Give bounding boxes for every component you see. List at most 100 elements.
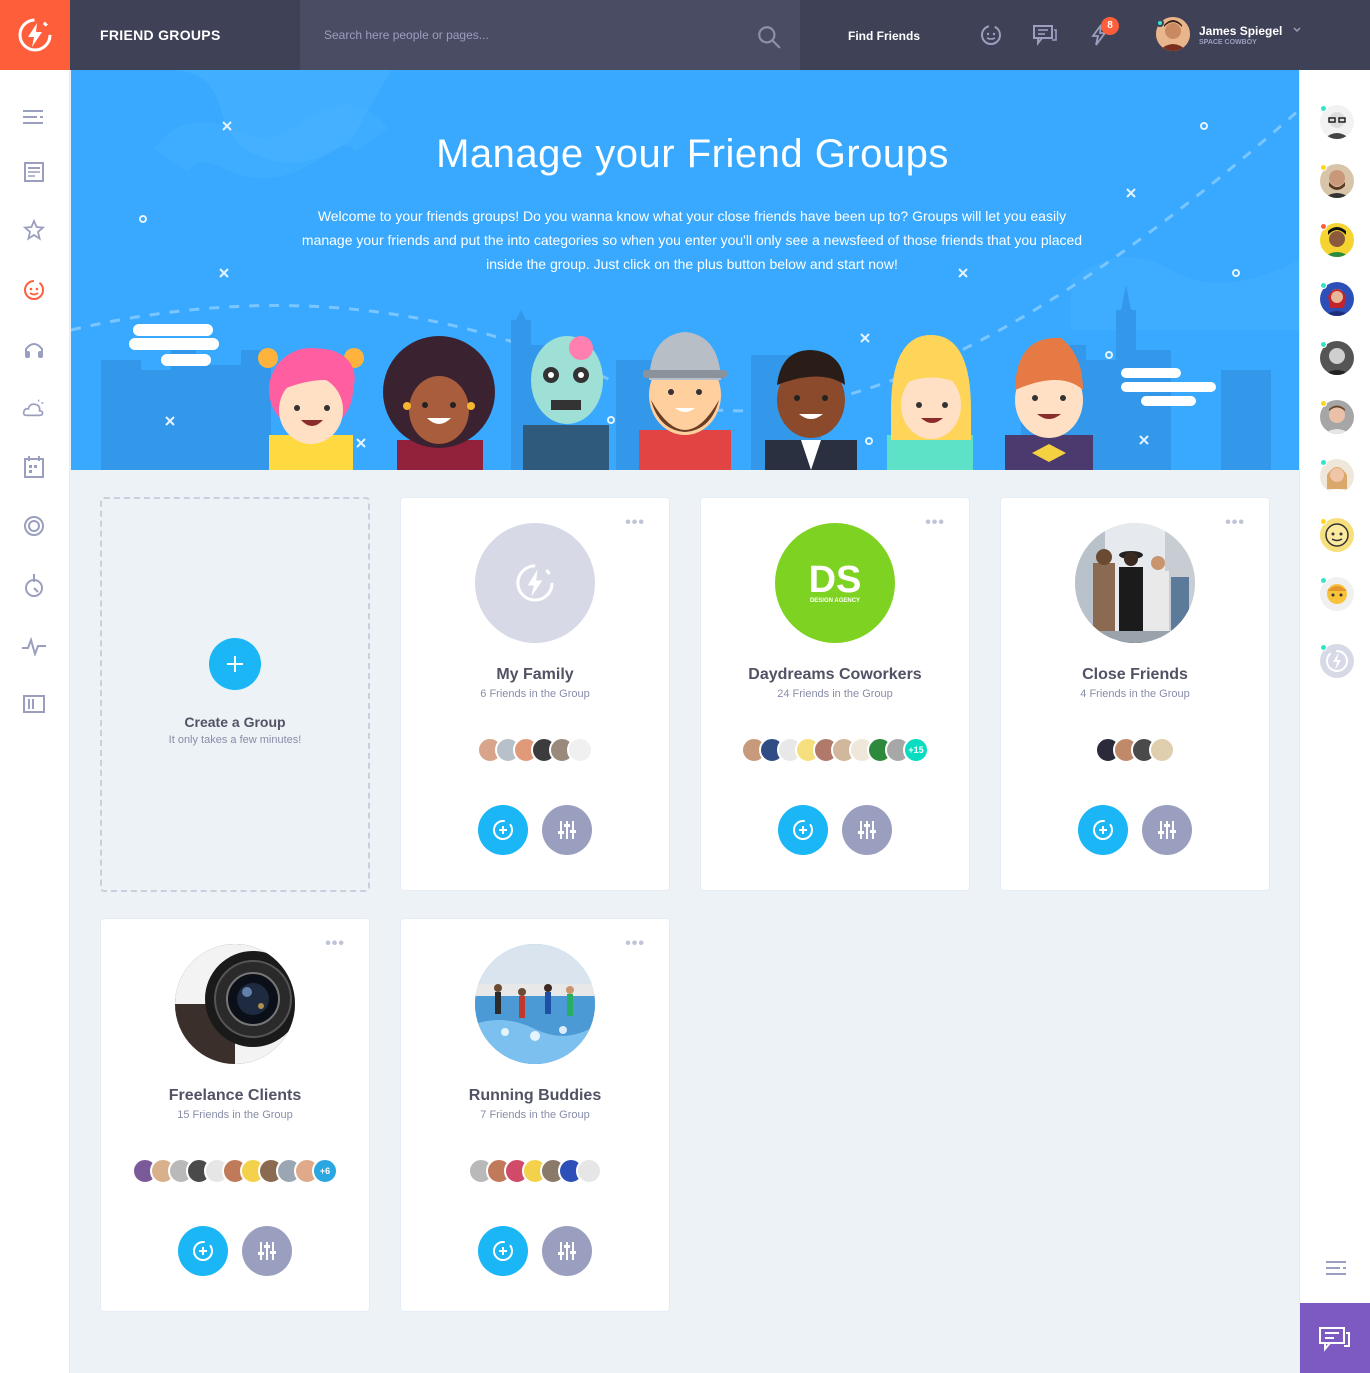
group-settings-button[interactable] (1142, 805, 1192, 855)
camera-lens-photo (175, 944, 295, 1064)
away-status-dot (1320, 400, 1327, 407)
online-status-dot (1320, 282, 1327, 289)
more-options-icon[interactable]: ••• (325, 936, 345, 952)
search-icon[interactable] (756, 24, 782, 50)
group-member-count: 4 Friends in the Group (1080, 688, 1190, 700)
badges-icon[interactable] (22, 514, 46, 538)
find-friends-link[interactable]: Find Friends (848, 29, 920, 43)
add-friend-icon (1093, 820, 1113, 840)
group-logo-text: DS (808, 559, 862, 601)
more-options-icon[interactable]: ••• (625, 515, 645, 531)
online-status-dot (1320, 341, 1327, 348)
logo-button[interactable] (0, 0, 70, 70)
left-sidebar (0, 70, 70, 1373)
add-friend-button[interactable] (178, 1226, 228, 1276)
online-status-dot (1320, 459, 1327, 466)
add-friend-button[interactable] (778, 805, 828, 855)
busy-status-dot (1320, 223, 1327, 230)
group-image (175, 944, 295, 1064)
menu-icon[interactable] (1326, 1260, 1348, 1276)
group-name: Close Friends (1082, 666, 1188, 683)
user-role: SPACE COWBOY (1199, 39, 1257, 46)
group-member-avatars: +6 (101, 1158, 369, 1184)
group-image (475, 523, 595, 643)
add-friend-icon (193, 1241, 213, 1261)
group-name: Daydreams Coworkers (748, 666, 922, 683)
weather-icon[interactable] (22, 396, 46, 420)
banner-heading: Manage your Friend Groups (436, 132, 949, 176)
add-friend-icon (493, 820, 513, 840)
star-icon[interactable] (22, 218, 46, 242)
online-status-dot (1320, 105, 1327, 112)
friends-photo (1075, 523, 1195, 643)
newsfeed-icon[interactable] (22, 160, 46, 184)
create-group-card[interactable]: Create a Group It only takes a few minut… (100, 497, 370, 892)
plus-icon (227, 656, 243, 672)
online-status-dot (1320, 577, 1327, 584)
group-member-count: 24 Friends in the Group (777, 688, 893, 700)
group-card-freelance-clients[interactable]: ••• Freelance Clients 15 Friends in the … (100, 918, 370, 1312)
chat-button[interactable] (1300, 1303, 1370, 1373)
group-name: Running Buddies (468, 1087, 602, 1104)
member-avatar[interactable] (1149, 737, 1175, 763)
settings-sliders-icon (558, 1242, 576, 1260)
menu-icon[interactable] (22, 105, 46, 129)
settings-sliders-icon (258, 1242, 276, 1260)
group-card-close-friends[interactable]: ••• Close Friends 4 Friends in the Group (1000, 497, 1270, 891)
search-bar[interactable] (300, 0, 800, 70)
page-title: FRIEND GROUPS (100, 27, 221, 43)
member-avatar[interactable] (567, 737, 593, 763)
runners-photo (475, 944, 595, 1064)
group-member-avatars (1001, 737, 1269, 763)
group-name: My Family (496, 666, 574, 683)
stats-icon[interactable] (22, 574, 46, 598)
group-member-avatars (401, 1158, 669, 1184)
calendar-icon[interactable] (22, 455, 46, 479)
more-options-icon[interactable]: ••• (625, 936, 645, 952)
friend-groups-icon[interactable] (22, 278, 46, 302)
add-friend-button[interactable] (478, 805, 528, 855)
notification-badge: 8 (1101, 17, 1119, 35)
manage-widgets-icon[interactable] (22, 692, 46, 716)
group-name: Freelance Clients (168, 1087, 302, 1104)
group-member-count: 6 Friends in the Group (480, 688, 590, 700)
away-status-dot (1320, 164, 1327, 171)
group-member-count: 7 Friends in the Group (480, 1109, 590, 1121)
add-friend-icon (793, 820, 813, 840)
group-logo-subtext: DESIGN AGENCY (809, 598, 861, 604)
lightning-logo-icon (516, 564, 554, 602)
add-friend-button[interactable] (1078, 805, 1128, 855)
more-members-badge[interactable]: +6 (312, 1158, 338, 1184)
group-member-count: 15 Friends in the Group (177, 1109, 293, 1121)
settings-sliders-icon (858, 821, 876, 839)
group-card-daydreams-coworkers[interactable]: ••• DS DESIGN AGENCY Daydreams Coworkers… (700, 497, 970, 891)
group-settings-button[interactable] (542, 1226, 592, 1276)
away-status-dot (1320, 518, 1327, 525)
create-group-button[interactable] (209, 638, 261, 690)
messages-icon[interactable] (1032, 22, 1058, 48)
activity-icon[interactable] (22, 634, 46, 658)
right-sidebar-friends (1299, 70, 1370, 1373)
search-input[interactable] (300, 0, 740, 70)
online-status-dot (1156, 19, 1164, 27)
chat-icon (1319, 1327, 1350, 1352)
more-options-icon[interactable]: ••• (925, 515, 945, 531)
group-settings-button[interactable] (242, 1226, 292, 1276)
add-friend-button[interactable] (478, 1226, 528, 1276)
user-name: James Spiegel (1199, 24, 1283, 38)
group-settings-button[interactable] (542, 805, 592, 855)
header-banner: Manage your Friend Groups Welcome to you… (71, 70, 1299, 470)
member-avatar[interactable] (576, 1158, 602, 1184)
group-card-running-buddies[interactable]: ••• Running Buddies 7 Friends in the Gro… (400, 918, 670, 1312)
chevron-down-icon[interactable] (1292, 25, 1302, 35)
group-card-my-family[interactable]: ••• My Family 6 Friends in the Group (400, 497, 670, 891)
create-group-title: Create a Group (184, 714, 286, 730)
more-members-badge[interactable]: +15 (903, 737, 929, 763)
online-status-dot (1320, 644, 1327, 651)
music-icon[interactable] (22, 337, 46, 361)
group-settings-button[interactable] (842, 805, 892, 855)
more-options-icon[interactable]: ••• (1225, 515, 1245, 531)
friend-requests-icon[interactable] (978, 22, 1004, 48)
group-image (475, 944, 595, 1064)
settings-sliders-icon (558, 821, 576, 839)
